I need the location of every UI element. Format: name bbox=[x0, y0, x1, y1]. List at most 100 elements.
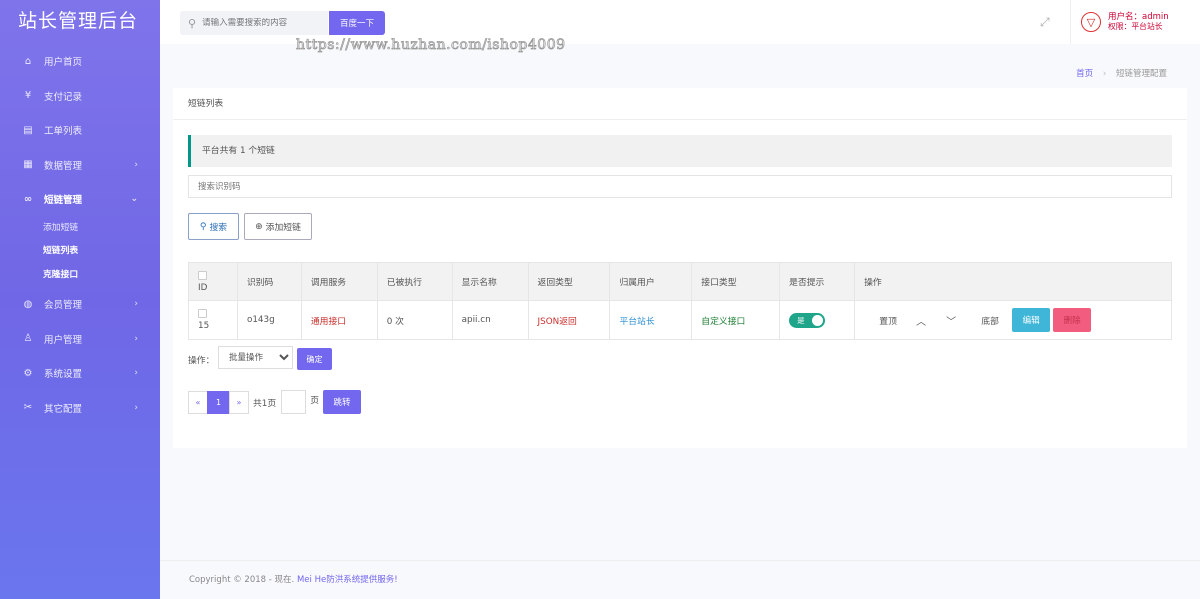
page-total: 共1页 bbox=[253, 398, 277, 409]
notice-prefix: 平台共有 bbox=[202, 146, 238, 156]
jump-button[interactable]: 跳转 bbox=[323, 390, 362, 414]
select-all-checkbox[interactable] bbox=[198, 270, 207, 280]
yen-icon: ¥ bbox=[24, 90, 32, 102]
sidebar-item-label: 数据管理 bbox=[44, 160, 83, 172]
submenu-item-clone[interactable]: 克隆接口 bbox=[0, 264, 160, 288]
edit-button[interactable]: 编辑 bbox=[1012, 308, 1051, 332]
notice-suffix: 个短链 bbox=[248, 146, 275, 156]
col-owner: 归属用户 bbox=[609, 262, 693, 301]
breadcrumb-current: 短链管理配置 bbox=[1115, 69, 1167, 79]
sidebar-item-tickets[interactable]: ▤ 工单列表 bbox=[0, 113, 160, 148]
breadcrumb-separator-icon: › bbox=[1102, 69, 1107, 79]
notice-bar: 平台共有 1 个短链 bbox=[188, 135, 1172, 167]
chevron-right-icon: › bbox=[134, 402, 138, 413]
footer-link[interactable]: Mei He防洪系统提供服务! bbox=[297, 575, 398, 585]
breadcrumb: 首页 › 短链管理配置 bbox=[1076, 67, 1167, 79]
sidebar-item-label: 短链管理 bbox=[44, 195, 83, 207]
home-icon: ⌂ bbox=[24, 55, 32, 67]
notice-count: 1 bbox=[240, 146, 246, 156]
database-icon: ▦ bbox=[23, 159, 33, 171]
submenu-item-add[interactable]: 添加短链 bbox=[0, 217, 160, 241]
cell-notify: 是 bbox=[779, 300, 856, 340]
toggle-knob bbox=[812, 314, 824, 326]
page-1-button[interactable]: 1 bbox=[207, 390, 230, 414]
header-search-input[interactable] bbox=[202, 18, 323, 28]
header-search: ⚲ bbox=[180, 11, 328, 35]
batch-action-select[interactable]: 批量操作 bbox=[218, 346, 293, 369]
add-shortlink-button[interactable]: ⊕ 添加短链 bbox=[244, 213, 312, 240]
prev-page-button[interactable]: « bbox=[188, 390, 208, 414]
row-id: 15 bbox=[198, 321, 210, 331]
cell-owner: 平台站长 bbox=[609, 300, 693, 340]
cell-code: o143g bbox=[236, 300, 302, 340]
baidu-search-button[interactable]: 百度一下 bbox=[329, 11, 385, 35]
chevron-right-icon: › bbox=[134, 159, 138, 170]
sidebar-item-home[interactable]: ⌂ 用户首页 bbox=[0, 44, 160, 79]
sidebar-item-users[interactable]: ♙ 用户管理 › bbox=[0, 322, 160, 357]
chevron-up-icon[interactable]: ︿ bbox=[906, 313, 936, 328]
toggle-label: 是 bbox=[797, 315, 805, 325]
pin-bottom-button[interactable]: 底部 bbox=[966, 314, 1008, 327]
submenu-item-list[interactable]: 短链列表 bbox=[0, 240, 160, 264]
chevron-right-icon: › bbox=[134, 368, 138, 379]
col-notify: 是否提示 bbox=[779, 262, 856, 301]
plus-circle-icon: ⊕ bbox=[255, 221, 263, 232]
confirm-button[interactable]: 确定 bbox=[297, 348, 332, 370]
col-code: 识别码 bbox=[236, 262, 302, 301]
cell-executed: 0 次 bbox=[376, 300, 453, 340]
sidebar-item-members[interactable]: ◍ 会员管理 › bbox=[0, 287, 160, 322]
notify-toggle[interactable]: 是 bbox=[789, 312, 826, 328]
col-return-type: 返回类型 bbox=[527, 262, 611, 301]
table-row: 15 o143g 通用接口 0 次 apii.cn JSON返回 平台站长 自定… bbox=[188, 300, 1172, 340]
shortlink-table: ID 识别码 调用服务 已被执行 显示名称 返回类型 归属用户 接口类型 是否提… bbox=[188, 262, 1172, 340]
sidebar-item-data[interactable]: ▦ 数据管理 › bbox=[0, 148, 160, 183]
sidebar-item-settings[interactable]: ⚙ 系统设置 › bbox=[0, 356, 160, 391]
col-id: ID bbox=[188, 262, 238, 301]
add-button-label: 添加短链 bbox=[265, 223, 301, 233]
user-name: 用户名：admin bbox=[1108, 12, 1169, 22]
search-button-label: 搜索 bbox=[209, 223, 228, 233]
page-jump-input[interactable] bbox=[281, 390, 307, 414]
sidebar-item-label: 用户首页 bbox=[44, 57, 83, 69]
breadcrumb-home[interactable]: 首页 bbox=[1076, 69, 1093, 79]
sidebar-item-label: 工单列表 bbox=[44, 126, 83, 138]
sidebar-menu: ⌂ 用户首页 ¥ 支付记录 ▤ 工单列表 ▦ 数据管理 › ∞ 短链管理 ⌄ 添… bbox=[0, 44, 160, 425]
chevron-down-icon: ⌄ bbox=[130, 194, 138, 205]
chevron-right-icon: › bbox=[134, 299, 138, 310]
col-id-label: ID bbox=[198, 282, 208, 293]
next-page-button[interactable]: » bbox=[229, 390, 249, 414]
sidebar: 站长管理后台 ⌂ 用户首页 ¥ 支付记录 ▤ 工单列表 ▦ 数据管理 › ∞ 短… bbox=[0, 0, 160, 599]
row-actions: 置顶 ︿ ﹀ 底部 编辑 删除 bbox=[864, 308, 1171, 332]
sidebar-item-shortlinks[interactable]: ∞ 短链管理 ⌄ bbox=[0, 182, 160, 217]
sidebar-item-label: 其它配置 bbox=[44, 403, 83, 415]
user-info: 用户名：admin 权限：平台站长 bbox=[1108, 12, 1169, 32]
pin-top-button[interactable]: 置顶 bbox=[864, 314, 906, 327]
chevron-down-icon[interactable]: ﹀ bbox=[936, 313, 966, 328]
footer-copyright: Copyright © 2018 - 现在. bbox=[189, 575, 295, 585]
col-api-type: 接口类型 bbox=[691, 262, 781, 301]
gear-icon: ⚙ bbox=[23, 367, 33, 379]
table-header-row: ID 识别码 调用服务 已被执行 显示名称 返回类型 归属用户 接口类型 是否提… bbox=[188, 262, 1172, 301]
search-button[interactable]: ⚲ 搜索 bbox=[188, 213, 239, 240]
code-search-input[interactable] bbox=[188, 175, 1172, 198]
brand-title: 站长管理后台 bbox=[18, 10, 139, 32]
cell-return-type: JSON返回 bbox=[527, 300, 611, 340]
sidebar-item-label: 会员管理 bbox=[44, 300, 83, 312]
link-icon: ∞ bbox=[23, 193, 33, 205]
batch-label: 操作： bbox=[188, 356, 215, 366]
user-menu[interactable]: ▽ 用户名：admin 权限：平台站长 bbox=[1070, 0, 1200, 44]
sidebar-item-other[interactable]: ✂ 其它配置 › bbox=[0, 391, 160, 426]
card-title: 短链列表 bbox=[173, 88, 1187, 120]
row-checkbox[interactable] bbox=[198, 309, 207, 318]
delete-button[interactable]: 删除 bbox=[1053, 308, 1092, 332]
avatar: ▽ bbox=[1081, 12, 1101, 32]
cell-display-name: apii.cn bbox=[451, 300, 529, 340]
tools-icon: ✂ bbox=[23, 402, 33, 414]
col-actions: 操作 bbox=[854, 262, 1172, 301]
watermark-text: https://www.huzhan.com/ishop4009 bbox=[296, 37, 566, 54]
fullscreen-icon[interactable]: ⤢ bbox=[1040, 15, 1050, 30]
footer: Copyright © 2018 - 现在. Mei He防洪系统提供服务! bbox=[160, 560, 1200, 599]
sidebar-item-payments[interactable]: ¥ 支付记录 bbox=[0, 79, 160, 114]
shortlink-card: 短链列表 平台共有 1 个短链 ⚲ 搜索 ⊕ 添加短链 ID 识别码 调用服务 … bbox=[173, 88, 1187, 448]
cell-actions: 置顶 ︿ ﹀ 底部 编辑 删除 bbox=[854, 300, 1172, 340]
